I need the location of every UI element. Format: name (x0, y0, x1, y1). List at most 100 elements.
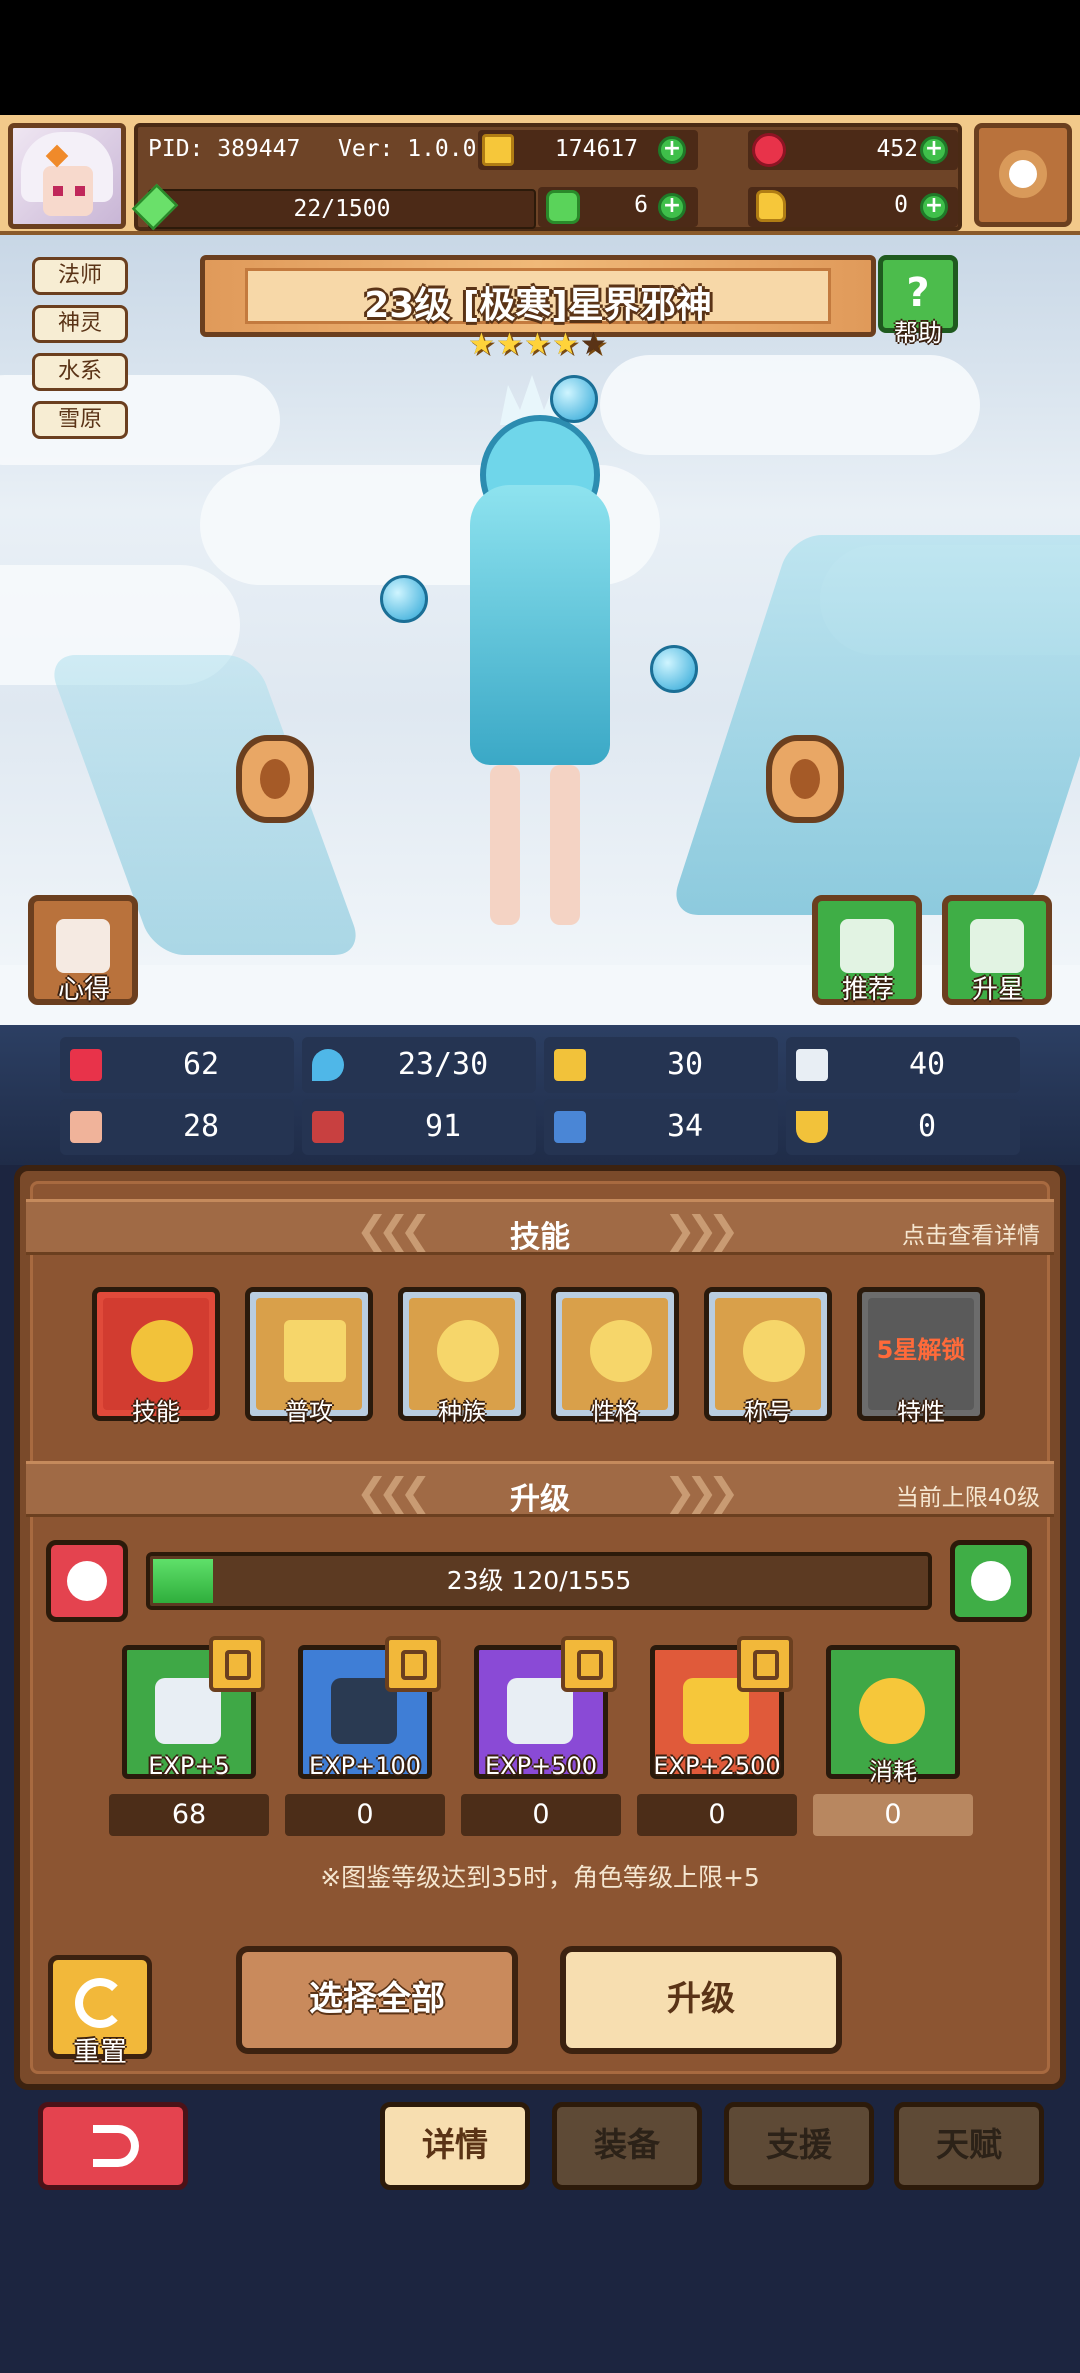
reset-label: 重置 (73, 2037, 127, 2068)
book-icon (56, 919, 110, 973)
tab-details[interactable]: 详情 (380, 2102, 530, 2190)
exp-label-2500: EXP+2500 (653, 1752, 781, 1780)
level-cap-footnote: ※图鉴等级达到35时，角色等级上限+5 (320, 1863, 760, 1892)
recommend-label: 推荐 (841, 975, 894, 1005)
skill-label-race: 种族 (438, 1398, 486, 1426)
skill-label-attack: 普攻 (285, 1398, 333, 1426)
star-icon (970, 919, 1024, 973)
exp-count-100[interactable]: 0 (285, 1794, 445, 1836)
heart-icon (70, 1049, 102, 1081)
level-up-plus-button[interactable] (950, 1540, 1032, 1622)
character-title-banner: 23级 [极寒]星界邪神 (200, 255, 876, 337)
energy-text: 22/1500 (293, 196, 391, 222)
tag-water[interactable]: 水系 (32, 353, 128, 391)
personality-icon (590, 1320, 652, 1382)
character-scene: 法师 神灵 水系 雪原 23级 [极寒]星界邪神 ★★★★★ ? 帮助 心得 推… (0, 235, 1080, 1025)
lock-icon (209, 1636, 265, 1692)
shield-icon (554, 1049, 586, 1081)
boot-icon (554, 1111, 586, 1143)
resource-bar: PID: 389447 Ver: 1.0.0.4 174617 + 452 + … (131, 123, 962, 231)
gold-coin-icon (859, 1678, 925, 1744)
settings-button[interactable] (974, 123, 1072, 227)
book-icon (312, 1111, 344, 1143)
wing-icon (796, 1049, 828, 1081)
water-drop-icon (312, 1049, 344, 1081)
character-title: 23级 [极寒]星界邪神 (364, 285, 712, 326)
upgrade-button[interactable]: 升级 (560, 1946, 842, 2054)
ruby-add-icon[interactable]: + (920, 136, 948, 164)
trait-lock-text: 5星解锁 (876, 1336, 966, 1364)
star-up-label: 升星 (971, 975, 1024, 1005)
tag-mage[interactable]: 法师 (32, 257, 128, 295)
skill-label-trait: 特性 (897, 1398, 945, 1426)
stat-agility: 34 (544, 1099, 778, 1155)
refresh-icon (75, 1978, 125, 2028)
lock-icon (737, 1636, 793, 1692)
exp-label-100: EXP+100 (309, 1752, 421, 1780)
game-screen: PID: 389447 Ver: 1.0.0.4 174617 + 452 + … (0, 0, 1080, 2373)
potion-icon (756, 190, 786, 222)
player-id: PID: 389447 (148, 136, 301, 162)
horseshoe-icon (796, 1111, 828, 1143)
skills-header: ❮❮❮ ❯❯❯ 技能 点击查看详情 (26, 1199, 1054, 1255)
stat-mana: 23/30 (302, 1037, 536, 1093)
gear-icon (999, 150, 1047, 198)
insight-label: 心得 (57, 975, 110, 1005)
clover-add-icon[interactable]: + (658, 193, 686, 221)
help-label: 帮助 (894, 319, 942, 347)
stat-speed: 40 (786, 1037, 1020, 1093)
exp-count-2500[interactable]: 0 (637, 1794, 797, 1836)
thumbs-up-icon (840, 919, 894, 973)
level-progress-text: 23级 120/1555 (446, 1566, 632, 1595)
player-avatar[interactable] (8, 123, 126, 229)
status-bar-area (0, 0, 1080, 115)
skill-icon (131, 1320, 193, 1382)
skills-title: 技能 (510, 1220, 570, 1255)
tab-equipment[interactable]: 装备 (552, 2102, 702, 2190)
potion-amount: 0 (894, 192, 908, 218)
back-arrow-icon (93, 2125, 139, 2167)
select-all-button[interactable]: 选择全部 (236, 1946, 518, 2054)
fist-icon (70, 1111, 102, 1143)
gold-add-icon[interactable]: + (658, 136, 686, 164)
gold-coin-icon (482, 134, 514, 166)
cost-count: 0 (813, 1794, 973, 1836)
race-icon (437, 1320, 499, 1382)
skill-label-title: 称号 (744, 1398, 792, 1426)
skills-note[interactable]: 点击查看详情 (902, 1216, 1040, 1250)
tab-talent[interactable]: 天赋 (894, 2102, 1044, 2190)
next-character-button[interactable] (766, 735, 844, 823)
ruby-gem-icon (752, 133, 786, 167)
exp-label-5: EXP+5 (148, 1752, 230, 1780)
tab-support[interactable]: 支援 (724, 2102, 874, 2190)
cost-label: 消耗 (869, 1758, 917, 1786)
stat-strength: 28 (60, 1099, 294, 1155)
sword-icon (284, 1320, 346, 1382)
exp-count-5[interactable]: 68 (109, 1794, 269, 1836)
level-progress-bar: 23级 120/1555 (146, 1552, 932, 1610)
level-down-button[interactable] (46, 1540, 128, 1622)
plus-icon (971, 1561, 1011, 1601)
tag-snowfield[interactable]: 雪原 (32, 401, 128, 439)
lock-icon (385, 1636, 441, 1692)
exp-label-500: EXP+500 (485, 1752, 597, 1780)
title-icon (743, 1320, 805, 1382)
top-header: PID: 389447 Ver: 1.0.0.4 174617 + 452 + … (0, 115, 1080, 235)
stat-luck: 0 (786, 1099, 1020, 1155)
potion-add-icon[interactable]: + (920, 193, 948, 221)
exp-count-500[interactable]: 0 (461, 1794, 621, 1836)
clover-icon (546, 190, 580, 224)
tag-deity[interactable]: 神灵 (32, 305, 128, 343)
prev-character-button[interactable] (236, 735, 314, 823)
back-button[interactable] (38, 2102, 188, 2190)
stat-intellect: 91 (302, 1099, 536, 1155)
clover-amount: 6 (634, 192, 648, 218)
ruby-amount: 452 (876, 136, 918, 162)
energy-bar: 22/1500 (148, 189, 536, 229)
stats-panel: 62 23/30 30 40 28 91 34 0 (0, 1025, 1080, 1165)
lock-icon (561, 1636, 617, 1692)
gold-amount: 174617 (554, 136, 638, 162)
upgrade-header: ❮❮❮ ❯❯❯ 升级 当前上限40级 (26, 1461, 1054, 1517)
stat-defense: 30 (544, 1037, 778, 1093)
character-sprite (380, 345, 700, 985)
